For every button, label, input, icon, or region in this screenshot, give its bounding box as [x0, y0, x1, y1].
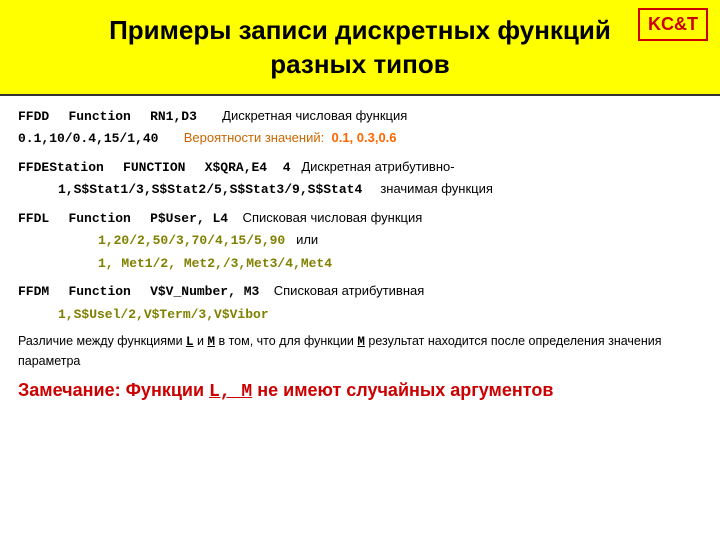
- ffdd-func-kw: Function: [68, 109, 146, 124]
- ffdm-desc: Списковая атрибутивная: [263, 283, 424, 298]
- ffdd-block: FFDD Function RN1,D3 Дискретная числовая…: [18, 106, 702, 149]
- ffde-keyword: FFDEStation: [18, 160, 119, 175]
- remark-M: M: [207, 335, 215, 349]
- title-line1: Примеры записи дискретных функций: [109, 15, 611, 45]
- remark-M2: M: [357, 335, 365, 349]
- ffdm-keyword: FFDM: [18, 284, 65, 299]
- ffde-desc: Дискретная атрибутивно-: [294, 159, 454, 174]
- ffdl-param: P$User, L4: [150, 211, 228, 226]
- ffde-block: FFDEStation FUNCTION X$QRA,E4 4 Дискретн…: [18, 157, 702, 200]
- ffdd-line2: 0.1,10/0.4,15/1,40 Вероятности значений:…: [18, 128, 702, 149]
- logo-text: KC&T: [648, 14, 698, 34]
- title-line2: разных типов: [270, 49, 449, 79]
- ffdm-block: FFDM Function V$V_Number, M3 Списковая а…: [18, 281, 702, 324]
- content-area: FFDD Function RN1,D3 Дискретная числовая…: [0, 96, 720, 414]
- ffdm-line1: FFDM Function V$V_Number, M3 Списковая а…: [18, 281, 702, 302]
- ffdl-line1: FFDL Function P$User, L4 Списковая число…: [18, 208, 702, 229]
- ffdd-param: RN1,D3: [150, 109, 197, 124]
- ffdl-line3: 1, Met1/2, Met2,/3,Met3/4,Met4: [18, 253, 702, 274]
- ffde-values: 1,S$Stat1/3,S$Stat2/5,S$Stat3/9,S$Stat4: [58, 182, 362, 197]
- ffdd-desc: Дискретная числовая функция: [201, 108, 408, 123]
- ffdd-keyword: FFDD: [18, 109, 65, 124]
- remark-L: L: [186, 335, 194, 349]
- remark-highlight: Замечание: Функции L, M не имеют случайн…: [18, 377, 702, 406]
- page-container: Примеры записи дискретных функций разных…: [0, 0, 720, 540]
- ffdl-keyword: FFDL: [18, 211, 65, 226]
- ffdl-values: 1,20/2,50/3,70/4,15/5,90: [98, 233, 285, 248]
- ffdl-func-kw: Function: [68, 211, 146, 226]
- ffdd-prob-label: Вероятности значений:: [162, 130, 324, 145]
- ffdm-param: V$V_Number, M3: [150, 284, 259, 299]
- logo: KC&T: [638, 8, 708, 41]
- ffdd-prob-values: 0.1, 0.3,0.6: [328, 130, 397, 145]
- ffde-line2: 1,S$Stat1/3,S$Stat2/5,S$Stat3/9,S$Stat4 …: [18, 179, 702, 200]
- ffde-param: X$QRA,E4 4: [205, 160, 291, 175]
- ffdm-func-kw: Function: [68, 284, 146, 299]
- ffde-func-kw: FUNCTION: [123, 160, 201, 175]
- remark-section: Различие между функциями L и M в том, чт…: [18, 332, 702, 406]
- ffdd-line1: FFDD Function RN1,D3 Дискретная числовая…: [18, 106, 702, 127]
- ffdl-values2: 1, Met1/2, Met2,/3,Met3/4,Met4: [98, 256, 332, 271]
- ffdm-values: 1,S$Usel/2,V$Term/3,V$Vibor: [58, 307, 269, 322]
- ffde-suffix: значимая функция: [366, 181, 493, 196]
- header: Примеры записи дискретных функций разных…: [0, 0, 720, 96]
- ffdl-desc: Списковая числовая функция: [232, 210, 423, 225]
- ffdl-line2: 1,20/2,50/3,70/4,15/5,90 или: [18, 230, 702, 251]
- ffdd-values: 0.1,10/0.4,15/1,40: [18, 131, 158, 146]
- ffde-line1: FFDEStation FUNCTION X$QRA,E4 4 Дискретн…: [18, 157, 702, 178]
- ffdl-block: FFDL Function P$User, L4 Списковая число…: [18, 208, 702, 274]
- ffdl-or: или: [289, 232, 318, 247]
- remark-text: Различие между функциями L и M в том, чт…: [18, 332, 702, 371]
- ffdm-line2: 1,S$Usel/2,V$Term/3,V$Vibor: [18, 304, 702, 325]
- header-title: Примеры записи дискретных функций разных…: [20, 14, 700, 82]
